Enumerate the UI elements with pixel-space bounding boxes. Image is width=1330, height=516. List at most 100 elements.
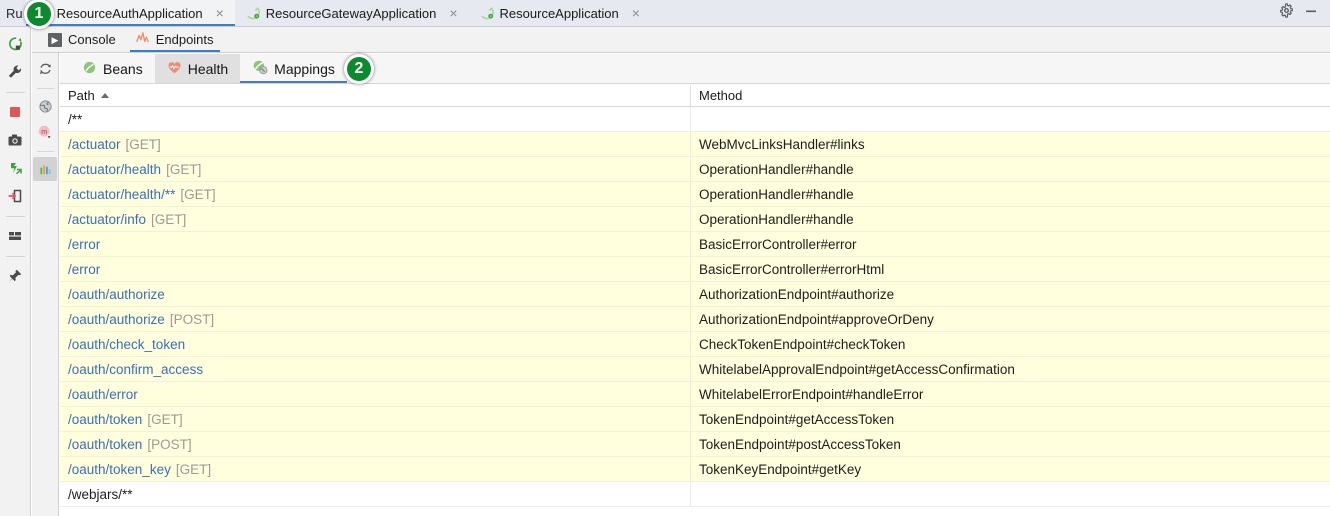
mappings-m-icon[interactable]: m (33, 120, 57, 144)
cell-path: /** (60, 107, 690, 131)
cell-method: BasicErrorController#errorHtml (690, 257, 1330, 281)
run-tab-label: ResourceApplication (499, 5, 619, 21)
metrics-icon[interactable] (33, 157, 57, 181)
table-row[interactable]: /oauth/confirm_access WhitelabelApprovalE… (60, 357, 1330, 382)
table-row[interactable]: /error BasicErrorController#error (60, 232, 1330, 257)
cell-path: /error (60, 257, 690, 281)
table-row[interactable]: /webjars/** (60, 482, 1330, 507)
refresh-icon[interactable] (33, 57, 57, 81)
method-text: TokenKeyEndpoint#getKey (699, 461, 862, 477)
method-text: OperationHandler#handle (699, 161, 854, 177)
tab-health[interactable]: Health (154, 54, 241, 83)
toolbar-separator (5, 216, 25, 217)
run-tab-resourceapplication[interactable]: ResourceApplication × (469, 0, 651, 26)
path-text[interactable]: /actuator/health/** (68, 187, 175, 202)
table-row[interactable]: /actuator [GET] WebMvcLinksHandler#links (60, 132, 1330, 157)
cell-method: WebMvcLinksHandler#links (690, 132, 1330, 156)
window-controls (1279, 0, 1330, 26)
table-row[interactable]: /oauth/token [GET] TokenEndpoint#getAccess… (60, 407, 1330, 432)
column-header-method[interactable]: Method (690, 85, 1330, 106)
table-row[interactable]: /actuator/health [GET] OperationHandler#ha… (60, 157, 1330, 182)
column-header-path[interactable]: Path (60, 85, 690, 106)
cell-method: OperationHandler#handle (690, 207, 1330, 231)
http-verb-badge: [POST] (147, 436, 192, 452)
run-actions-toolbar (0, 27, 31, 516)
path-text[interactable]: /oauth/authorize (68, 287, 165, 302)
exit-icon[interactable] (2, 183, 28, 209)
mappings-table[interactable]: Path Method /** /actuator [GET] WebMvcLinks… (60, 85, 1330, 516)
run-tab-resourcegatewayapplication[interactable]: ResourceGatewayApplication × (235, 0, 469, 26)
path-text[interactable]: /oauth/token_key (68, 462, 171, 477)
cell-path: /webjars/** (60, 482, 690, 506)
table-row[interactable]: /error BasicErrorController#errorHtml (60, 257, 1330, 282)
rerun-icon[interactable] (2, 31, 28, 57)
path-text[interactable]: /oauth/error (68, 387, 138, 402)
mappings-icon (252, 59, 268, 78)
cell-path: /actuator/health [GET] (60, 157, 690, 181)
method-text: AuthorizationEndpoint#approveOrDeny (699, 311, 934, 327)
tab-endpoints[interactable]: Endpoints (126, 27, 224, 52)
wrench-icon[interactable] (2, 59, 28, 85)
thread-dump-icon[interactable] (2, 155, 28, 181)
path-text[interactable]: /oauth/token (68, 412, 142, 427)
table-row[interactable]: /oauth/token [POST] TokenEndpoint#postAcce… (60, 432, 1330, 457)
table-header-row: Path Method (60, 85, 1330, 107)
path-text[interactable]: /actuator/health (68, 162, 161, 177)
path-text[interactable]: /oauth/authorize (68, 312, 165, 327)
path-text[interactable]: /error (68, 262, 100, 277)
cell-path: /oauth/token [GET] (60, 407, 690, 431)
http-verb-badge: [GET] (180, 186, 216, 202)
gear-icon[interactable] (1279, 3, 1294, 23)
cell-method: WhitelabelErrorEndpoint#handleError (690, 382, 1330, 406)
table-row[interactable]: /oauth/token_key [GET] TokenKeyEndpoint#ge… (60, 457, 1330, 482)
minimize-icon[interactable] (1304, 4, 1318, 23)
cell-path: /oauth/check_token (60, 332, 690, 356)
layout-icon[interactable] (2, 223, 28, 249)
globe-icon[interactable] (33, 94, 57, 118)
close-icon[interactable]: × (447, 6, 459, 20)
close-icon[interactable]: × (630, 6, 642, 20)
path-text[interactable]: /oauth/token (68, 437, 142, 452)
path-text[interactable]: /oauth/check_token (68, 337, 185, 352)
run-tool-window: Ru ResourceAuthApplication × ResourceGat… (0, 0, 1330, 516)
table-row[interactable]: /oauth/check_token CheckTokenEndpoint#che… (60, 332, 1330, 357)
run-window-label: Ru (6, 5, 23, 21)
tab-endpoints-label: Endpoints (155, 32, 214, 47)
cell-path: /oauth/token [POST] (60, 432, 690, 456)
method-text: WhitelabelApprovalEndpoint#getAccessConf… (699, 361, 1015, 377)
close-icon[interactable]: × (214, 6, 226, 20)
path-text[interactable]: /actuator (68, 137, 121, 152)
table-row[interactable]: /oauth/error WhitelabelErrorEndpoint#hand… (60, 382, 1330, 407)
tab-console[interactable]: ▶ Console (38, 27, 126, 52)
path-text[interactable]: /oauth/confirm_access (68, 362, 203, 377)
pin-icon[interactable] (2, 263, 28, 289)
run-tab-bar: Ru ResourceAuthApplication × ResourceGat… (0, 0, 1330, 27)
run-tab-resourceauthapplication[interactable]: ResourceAuthApplication × (25, 0, 235, 26)
cell-method: AuthorizationEndpoint#authorize (690, 282, 1330, 306)
cell-path: /oauth/authorize [POST] (60, 307, 690, 331)
cell-method: OperationHandler#handle (690, 157, 1330, 181)
cell-method: TokenEndpoint#getAccessToken (690, 407, 1330, 431)
path-text: /webjars/** (68, 486, 133, 502)
tab-mappings[interactable]: Mappings (240, 54, 347, 83)
cell-method: BasicErrorController#error (690, 232, 1330, 256)
path-text[interactable]: /error (68, 237, 100, 252)
table-row[interactable]: /oauth/authorize AuthorizationEndpoint#au… (60, 282, 1330, 307)
tab-health-label: Health (187, 60, 229, 77)
column-header-path-label: Path (68, 88, 95, 103)
cell-path: /oauth/confirm_access (60, 357, 690, 381)
camera-icon[interactable] (2, 127, 28, 153)
table-row[interactable]: /actuator/health/** [GET] OperationHandler… (60, 182, 1330, 207)
sort-ascending-icon (100, 93, 109, 98)
table-row[interactable]: /oauth/authorize [POST] AuthorizationEndpo… (60, 307, 1330, 332)
stop-icon[interactable] (2, 99, 28, 125)
table-row[interactable]: /** (60, 107, 1330, 132)
path-text[interactable]: /actuator/info (68, 212, 146, 227)
table-row[interactable]: /actuator/info [GET] OperationHandler#hand… (60, 207, 1330, 232)
console-icon: ▶ (48, 32, 62, 47)
tab-beans[interactable]: Beans (70, 54, 155, 83)
endpoints-icon (135, 31, 150, 48)
endpoints-side-toolbar: m (32, 53, 59, 516)
tab-console-label: Console (68, 32, 116, 47)
endpoint-tab-strip: Beans Health Mappings (60, 54, 1330, 84)
